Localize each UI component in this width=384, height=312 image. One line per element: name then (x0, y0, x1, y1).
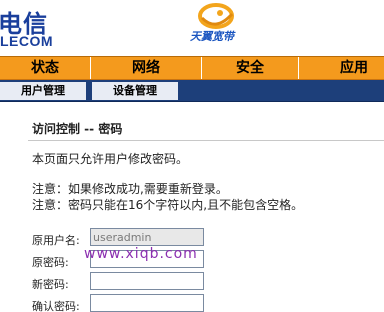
title-divider (28, 140, 384, 141)
new-password-label: 新密码: (32, 278, 69, 291)
main-nav: 状态 网络 安全 应用 (0, 56, 384, 80)
tianyi-logo-text: 天翼宽带 (190, 30, 234, 43)
subnav-item-user-management[interactable]: 用户管理 (0, 82, 86, 100)
watermark-text: www.xiqb.com (84, 246, 198, 262)
brand-logo-en: LECOM (0, 33, 54, 49)
main-content: 访问控制 -- 密码 本页面只允许用户修改密码。 注意：如果修改成功,需要重新登… (0, 102, 384, 312)
confirm-password-label: 确认密码: (32, 300, 80, 312)
page-description: 本页面只允许用户修改密码。 (32, 152, 189, 166)
nav-item-apps[interactable]: 应用 (299, 57, 384, 79)
nav-item-security[interactable]: 安全 (202, 57, 298, 79)
username-label: 原用户名: (32, 234, 80, 247)
new-password-field[interactable] (90, 272, 204, 290)
page-title: 访问控制 -- 密码 (32, 122, 123, 136)
confirm-password-field[interactable] (90, 294, 204, 312)
subnav-item-device-management[interactable]: 设备管理 (92, 82, 178, 100)
sub-nav: 用户管理 设备管理 (0, 80, 384, 102)
nav-item-status[interactable]: 状态 (0, 57, 90, 79)
note-password-rules: 注意：密码只能在16个字符以内,且不能包含空格。 (32, 198, 304, 212)
nav-item-network[interactable]: 网络 (91, 57, 201, 79)
note-relogin: 注意：如果修改成功,需要重新登录。 (32, 182, 228, 196)
username-field[interactable] (90, 228, 204, 246)
header: 电信 LECOM 天翼宽带 (0, 0, 384, 56)
old-password-label: 原密码: (32, 256, 69, 269)
